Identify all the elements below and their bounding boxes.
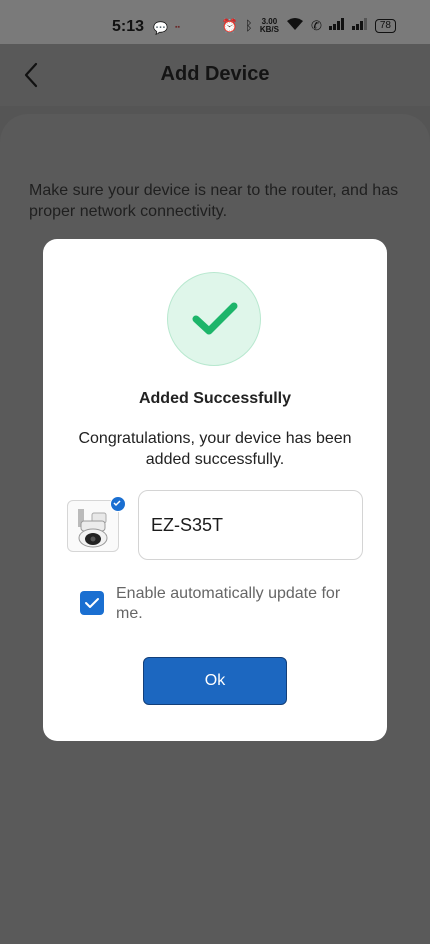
page-title: Add Device — [160, 63, 270, 85]
auto-update-label: Enable automatically update for me. — [116, 585, 341, 622]
signal-icon-1 — [328, 18, 345, 33]
network-speed: 3.00 KB/S — [259, 17, 279, 34]
device-name-value: EZ-S35T — [151, 515, 224, 535]
check-icon — [192, 302, 238, 335]
success-dialog: Added Successfully Congratulations, your… — [43, 239, 387, 741]
top-bar: Add Device — [0, 44, 430, 106]
device-name-field[interactable]: EZ-S35T — [138, 490, 363, 560]
battery-icon: 78 — [374, 18, 396, 33]
bluetooth-icon: ᛒ — [245, 18, 253, 33]
network-speed-unit: KB/S — [259, 24, 279, 34]
check-small-icon — [113, 500, 121, 507]
auto-update-checkbox[interactable] — [80, 591, 104, 615]
alarm-icon: ⏰ — [221, 17, 239, 33]
checkmark-icon — [85, 598, 99, 608]
ok-button[interactable]: Ok — [143, 657, 287, 705]
success-badge — [167, 272, 261, 366]
status-icons: ⏰ ᛒ 3.00 KB/S ✆ 78 — [222, 17, 396, 34]
signal-icon-2 — [351, 18, 368, 33]
chat-notification-icon: 💬 — [153, 21, 168, 35]
status-bar: 5:13 💬 ▪▪ ⏰ ᛒ 3.00 KB/S ✆ 78 — [0, 0, 430, 44]
wifi-icon — [286, 17, 304, 34]
dialog-message: Congratulations, your device has been ad… — [78, 430, 352, 468]
connectivity-hint: Make sure your device is near to the rou… — [29, 182, 399, 220]
device-selected-badge — [110, 496, 126, 512]
status-time: 5:13 — [112, 18, 145, 35]
app-notification-icon: ▪▪ — [175, 24, 180, 31]
call-icon: ✆ — [310, 17, 322, 33]
dialog-title: Added Successfully — [138, 390, 292, 407]
